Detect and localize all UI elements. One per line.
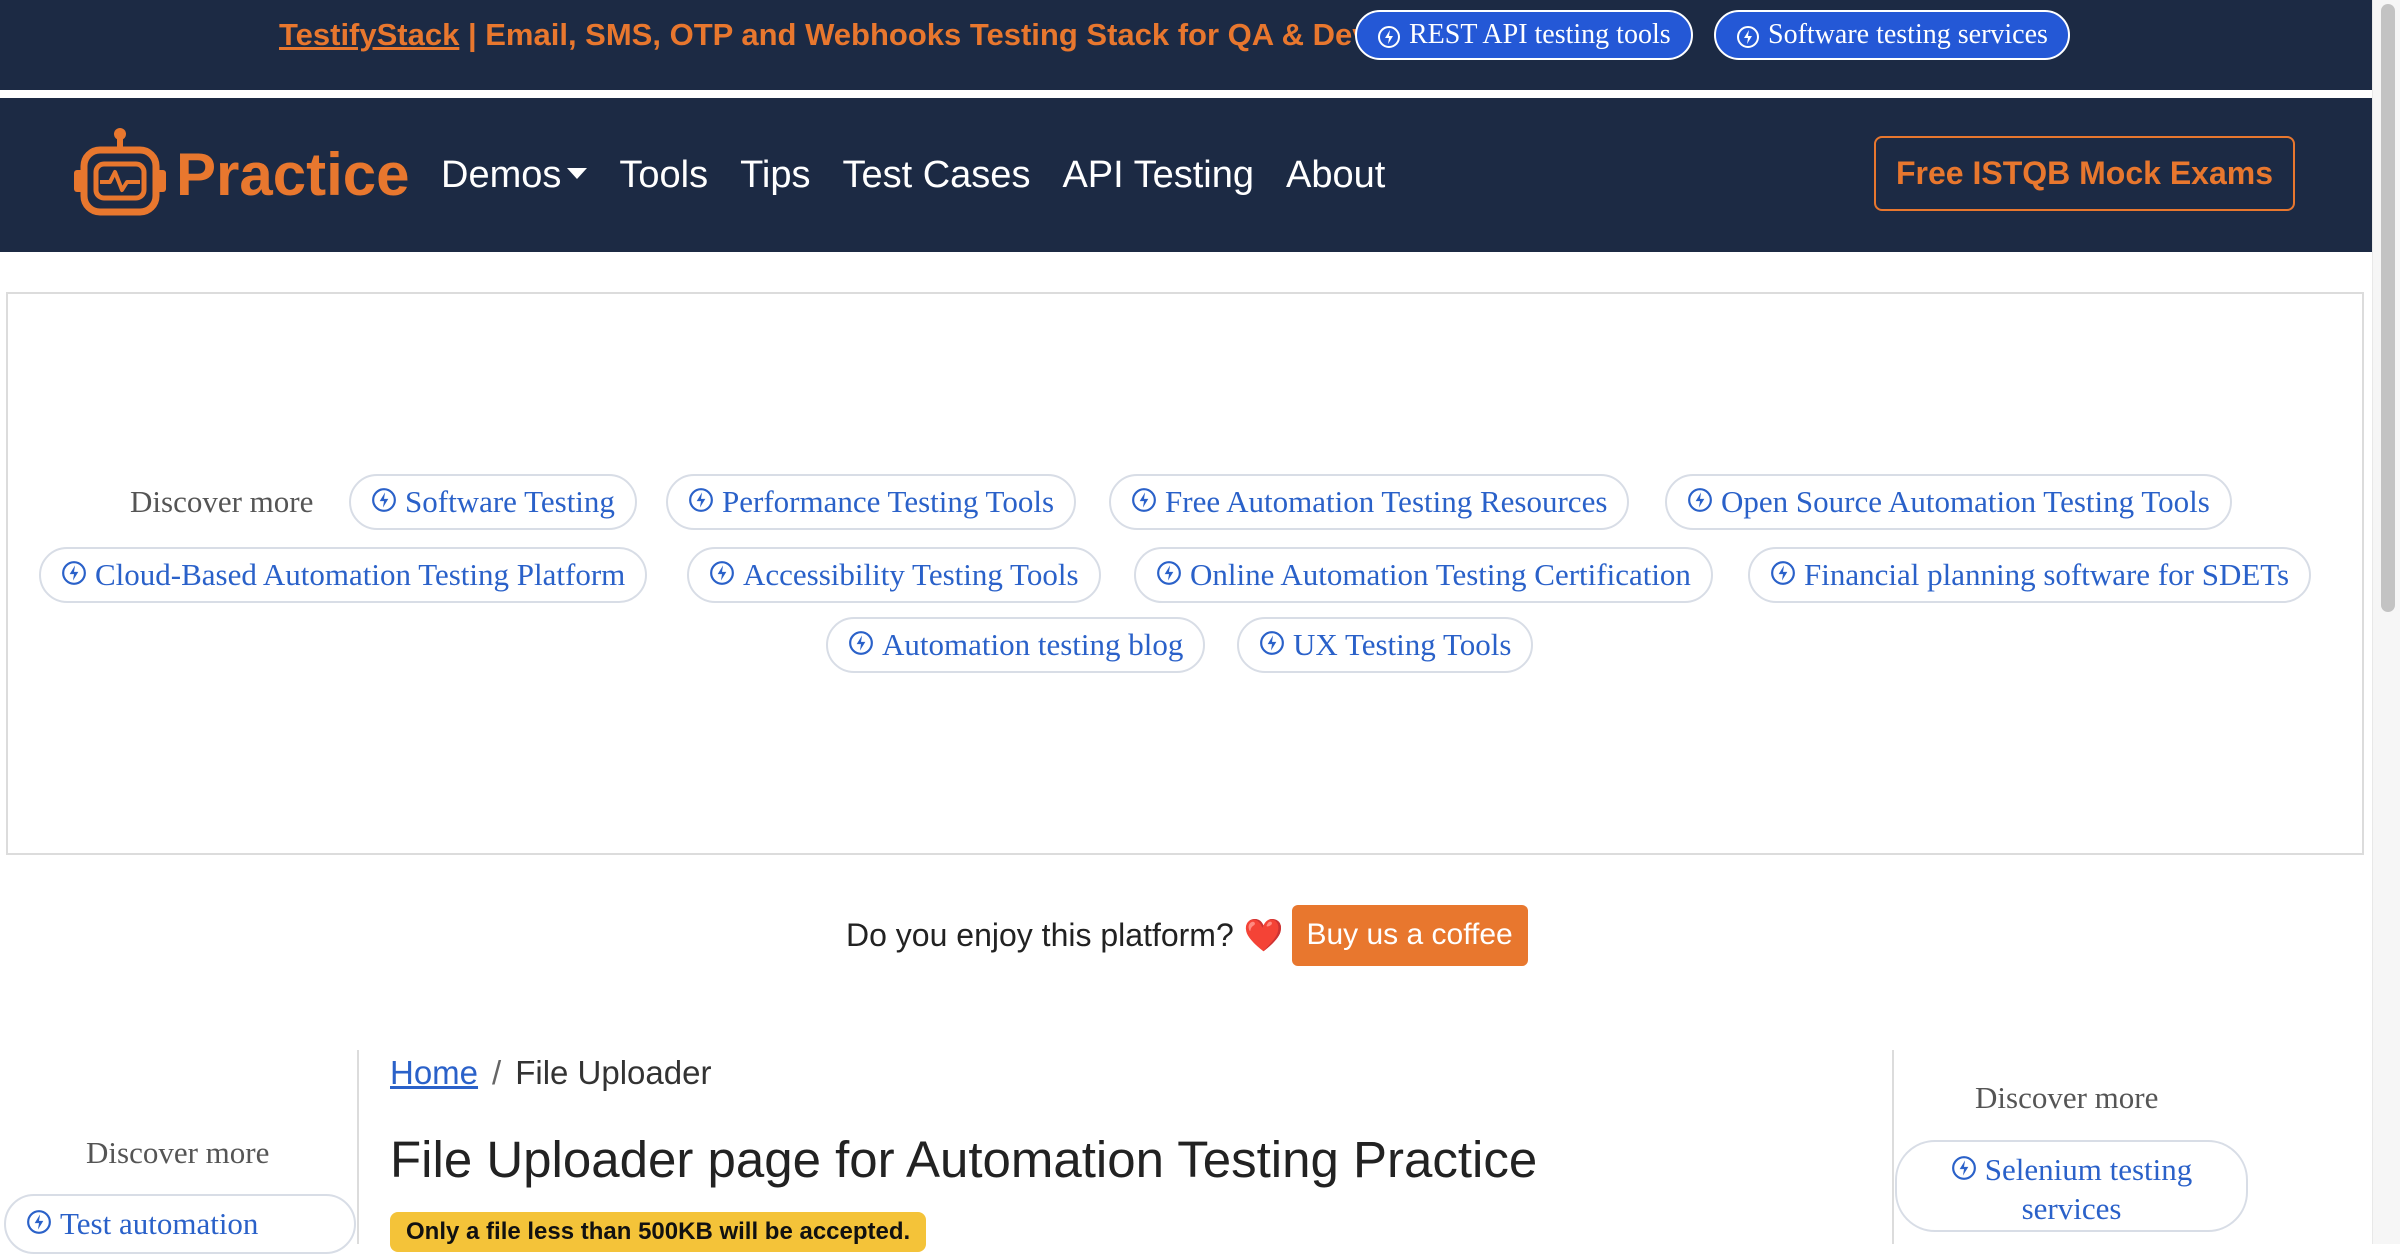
- bolt-icon: [1259, 620, 1285, 672]
- chip-online-automation-testing-certification[interactable]: Online Automation Testing Certification: [1134, 547, 1713, 603]
- chip-free-automation-testing-resources[interactable]: Free Automation Testing Resources: [1109, 474, 1630, 530]
- right-column-divider: [1892, 1050, 1894, 1244]
- nav-tools[interactable]: Tools: [619, 154, 708, 197]
- nav-demos-label: Demos: [441, 153, 562, 196]
- bolt-icon: [688, 477, 714, 529]
- rest-api-testing-tools-pill[interactable]: REST API testing tools: [1355, 10, 1693, 60]
- chip-financial-planning-software-for-sdets[interactable]: Financial planning software for SDETs: [1748, 547, 2312, 603]
- bolt-icon: [371, 477, 397, 529]
- promo-text: TestifyStack | Email, SMS, OTP and Webho…: [279, 15, 1370, 55]
- chip-performance-testing-tools[interactable]: Performance Testing Tools: [666, 474, 1077, 530]
- chip-label: Financial planning software for SDETs: [1804, 557, 2290, 592]
- bolt-icon: [26, 1197, 52, 1253]
- breadcrumb: Home / File Uploader: [390, 1054, 711, 1092]
- chip-label: Accessibility Testing Tools: [743, 557, 1079, 592]
- chip-accessibility-testing-tools[interactable]: Accessibility Testing Tools: [687, 547, 1101, 603]
- istqb-mock-exams-button[interactable]: Free ISTQB Mock Exams: [1874, 136, 2295, 211]
- scrollbar-thumb[interactable]: [2381, 4, 2395, 612]
- bolt-icon: [1951, 1153, 1977, 1189]
- caret-down-icon: [567, 167, 588, 179]
- buy-coffee-button[interactable]: Buy us a coffee: [1291, 904, 1528, 966]
- breadcrumb-home-link[interactable]: Home: [390, 1054, 478, 1091]
- nav-test-cases[interactable]: Test Cases: [842, 154, 1030, 197]
- chip-label: Cloud-Based Automation Testing Platform: [95, 557, 626, 592]
- nav-api-testing[interactable]: API Testing: [1062, 154, 1254, 197]
- chip-label: Software Testing: [405, 484, 615, 519]
- chip-label: Test automation: [60, 1206, 259, 1241]
- chip-ux-testing-tools[interactable]: UX Testing Tools: [1237, 617, 1534, 673]
- chip-label: Automation testing blog: [882, 627, 1184, 662]
- pill-label: REST API testing tools: [1409, 19, 1671, 50]
- enjoy-platform-row: Do you enjoy this platform? ❤️ Buy us a …: [846, 904, 1528, 966]
- left-chip-test-automation[interactable]: Test automation: [4, 1194, 356, 1254]
- chip-label: Open Source Automation Testing Tools: [1721, 484, 2210, 519]
- page-title: File Uploader page for Automation Testin…: [390, 1131, 1538, 1188]
- heart-icon: ❤️: [1243, 917, 1284, 953]
- chip-label: UX Testing Tools: [1293, 627, 1512, 662]
- chip-label: Selenium testing: [1984, 1152, 2193, 1187]
- chip-line-2: services: [2021, 1190, 2122, 1226]
- chip-line-1: Selenium testing: [1897, 1152, 2246, 1191]
- bolt-icon: [1156, 550, 1182, 602]
- robot-logo-icon: [72, 126, 168, 223]
- testifystack-link[interactable]: TestifyStack: [279, 17, 459, 52]
- chip-label: Free Automation Testing Resources: [1165, 484, 1608, 519]
- bolt-icon: [1736, 18, 1760, 64]
- nav-tips[interactable]: Tips: [740, 154, 810, 197]
- main-navbar: Practice Demos Tools Tips Test Cases API…: [0, 98, 2372, 252]
- nav-about[interactable]: About: [1286, 154, 1385, 197]
- bolt-icon: [1770, 550, 1796, 602]
- brand-logo-link[interactable]: Practice: [72, 126, 410, 223]
- nav-links: Demos Tools Tips Test Cases API Testing …: [441, 98, 1417, 252]
- bolt-icon: [1131, 477, 1157, 529]
- brand-name: Practice: [176, 140, 410, 208]
- left-discover-more-label: Discover more: [86, 1135, 270, 1170]
- chip-label: Online Automation Testing Certification: [1190, 557, 1691, 592]
- chip-open-source-automation-testing-tools[interactable]: Open Source Automation Testing Tools: [1665, 474, 2232, 530]
- left-column-divider: [357, 1050, 359, 1244]
- software-testing-services-pill[interactable]: Software testing services: [1714, 10, 2070, 60]
- enjoy-text: Do you enjoy this platform?: [846, 916, 1234, 953]
- bolt-icon: [61, 550, 87, 602]
- nav-demos-dropdown[interactable]: Demos: [441, 153, 588, 197]
- discover-more-label: Discover more: [130, 484, 314, 519]
- promo-tagline: | Email, SMS, OTP and Webhooks Testing S…: [459, 17, 1370, 52]
- bolt-icon: [1377, 18, 1401, 64]
- file-size-notice-badge: Only a file less than 500KB will be acce…: [390, 1212, 927, 1252]
- chip-software-testing[interactable]: Software Testing: [349, 474, 637, 530]
- bolt-icon: [848, 620, 874, 672]
- right-chip-selenium-testing-services[interactable]: Selenium testing services: [1895, 1140, 2248, 1232]
- page-scrollbar[interactable]: [2372, 0, 2400, 1244]
- chip-label: Performance Testing Tools: [722, 484, 1055, 519]
- chip-automation-testing-blog[interactable]: Automation testing blog: [826, 617, 1206, 673]
- chip-cloud-based-automation-testing-platform[interactable]: Cloud-Based Automation Testing Platform: [39, 547, 648, 603]
- promo-bar: TestifyStack | Email, SMS, OTP and Webho…: [0, 0, 2372, 94]
- bolt-icon: [1687, 477, 1713, 529]
- pill-label: Software testing services: [1768, 19, 2048, 50]
- right-discover-more-label: Discover more: [1975, 1080, 2159, 1115]
- breadcrumb-current: File Uploader: [515, 1054, 712, 1091]
- breadcrumb-separator: /: [492, 1054, 502, 1091]
- bolt-icon: [709, 550, 735, 602]
